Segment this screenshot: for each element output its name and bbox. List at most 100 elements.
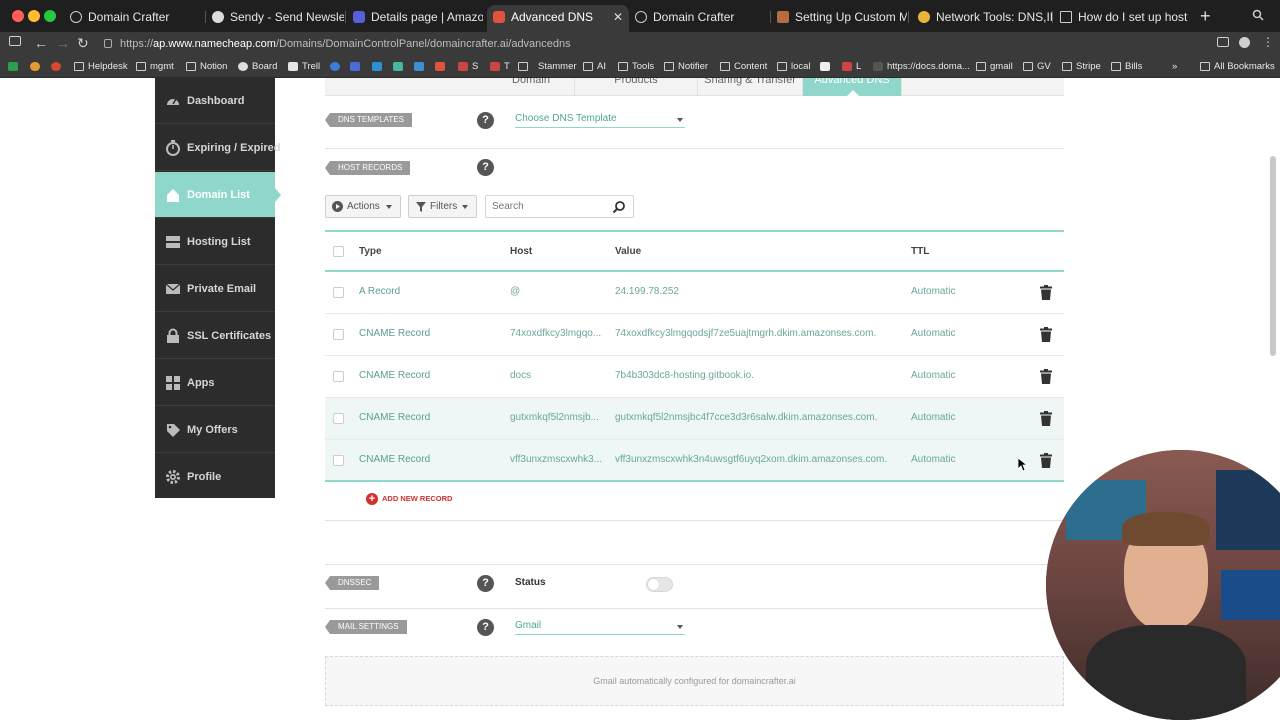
- mail-settings-help-icon[interactable]: ?: [477, 619, 494, 636]
- divider: [325, 608, 1064, 609]
- bookmark-tools[interactable]: Tools: [618, 59, 654, 75]
- sidebar-item-expiring[interactable]: Expiring / Expired: [155, 125, 281, 171]
- bookmark-helpdesk[interactable]: Helpdesk: [74, 59, 128, 75]
- tab-products[interactable]: Products: [575, 78, 698, 96]
- trash-icon[interactable]: [1040, 411, 1052, 426]
- browser-tab[interactable]: Sendy - Send Newsletters 10x: [206, 5, 344, 32]
- filters-button[interactable]: Filters: [408, 195, 477, 218]
- bookmark-l[interactable]: L: [842, 59, 861, 75]
- actions-button[interactable]: Actions: [325, 195, 401, 218]
- browser-tab[interactable]: How do I set up host records: [1054, 5, 1188, 32]
- folder-icon: [136, 62, 146, 71]
- bookmark-docs[interactable]: https://docs.doma...: [873, 59, 970, 75]
- trash-icon[interactable]: [1040, 369, 1052, 384]
- select-all-checkbox[interactable]: [333, 246, 344, 257]
- sidebar-item-hosting-list[interactable]: Hosting List: [155, 219, 275, 265]
- dnssec-toggle[interactable]: [646, 577, 673, 592]
- browser-tab[interactable]: Setting Up Custom Mail From: [771, 5, 907, 32]
- sidebar-item-ssl[interactable]: SSL Certificates: [155, 313, 275, 359]
- bookmark-content[interactable]: Content: [720, 59, 767, 75]
- bookmark-mgmt[interactable]: mgmt: [136, 59, 174, 75]
- new-tab-button[interactable]: +: [1200, 6, 1211, 27]
- profile-icon[interactable]: [1239, 37, 1250, 48]
- table-row[interactable]: CNAME Record docs 7b4b303dc8-hosting.git…: [325, 356, 1064, 398]
- column-host[interactable]: Host: [510, 246, 532, 257]
- bookmark-stammer[interactable]: Stammer: [524, 59, 577, 75]
- bookmark-trell[interactable]: Trell: [288, 59, 320, 75]
- row-checkbox[interactable]: [333, 287, 344, 298]
- bookmark-local[interactable]: local: [777, 59, 811, 75]
- tab-advanced-dns[interactable]: Advanced DNS: [803, 78, 902, 96]
- bookmark-notifier[interactable]: Notifier: [664, 59, 708, 75]
- row-checkbox[interactable]: [333, 413, 344, 424]
- bookmark-s[interactable]: S: [458, 59, 478, 75]
- tab-sharing-transfer[interactable]: Sharing & Transfer: [698, 78, 803, 96]
- sidebar-item-my-offers[interactable]: My Offers: [155, 407, 275, 453]
- forward-icon[interactable]: →: [56, 35, 70, 51]
- bookmark-ai[interactable]: AI: [583, 59, 606, 75]
- site-info-icon[interactable]: [104, 39, 112, 48]
- column-value[interactable]: Value: [615, 246, 641, 257]
- browser-tab[interactable]: Network Tools: DNS,IP,Email: [912, 5, 1052, 32]
- sidebar: Dashboard Expiring / Expired Domain List…: [155, 78, 281, 500]
- bookmark-stripe[interactable]: Stripe: [1062, 59, 1101, 75]
- bookmark-gv[interactable]: GV: [1023, 59, 1051, 75]
- row-checkbox[interactable]: [333, 455, 344, 466]
- record-host: 74xoxdfkcy3lmgqo...: [510, 328, 602, 339]
- address-bar[interactable]: https://ap.www.namecheap.com/Domains/Dom…: [100, 34, 1190, 54]
- sidebar-item-dashboard[interactable]: Dashboard: [155, 78, 275, 124]
- sidebar-item-apps[interactable]: Apps: [155, 360, 275, 406]
- bookmark-board[interactable]: Board: [238, 59, 277, 75]
- scrollbar[interactable]: [1270, 156, 1276, 356]
- tab-separator: [1052, 11, 1053, 23]
- sidebar-item-domain-list[interactable]: Domain List: [155, 172, 281, 218]
- column-ttl[interactable]: TTL: [911, 246, 929, 257]
- row-checkbox[interactable]: [333, 329, 344, 340]
- dns-template-dropdown[interactable]: Choose DNS Template: [515, 112, 685, 128]
- reload-icon[interactable]: ↻: [77, 35, 89, 52]
- trash-icon[interactable]: [1040, 285, 1052, 300]
- bookmarks-overflow-icon[interactable]: »: [1172, 59, 1177, 75]
- browser-tab[interactable]: Domain Crafter: [64, 5, 204, 32]
- browser-tab-active[interactable]: Advanced DNS ✕: [487, 5, 629, 32]
- table-row[interactable]: CNAME Record 74xoxdfkcy3lmgqo... 74xoxdf…: [325, 314, 1064, 356]
- dns-templates-help-icon[interactable]: ?: [477, 112, 494, 129]
- record-ttl: Automatic: [911, 454, 956, 465]
- app-icon: [435, 62, 445, 71]
- cloud-icon: [30, 62, 40, 71]
- search-tabs-icon[interactable]: [1252, 9, 1264, 21]
- mail-settings-dropdown[interactable]: Gmail: [515, 619, 685, 635]
- bookmark-t[interactable]: T: [490, 59, 510, 75]
- table-row[interactable]: A Record @ 24.199.78.252 Automatic: [325, 272, 1064, 314]
- dnssec-help-icon[interactable]: ?: [477, 575, 494, 592]
- close-tab-icon[interactable]: ✕: [613, 5, 623, 29]
- play-icon: [332, 201, 343, 212]
- back-icon[interactable]: ←: [34, 35, 48, 51]
- trash-icon[interactable]: [1040, 327, 1052, 342]
- search-icon[interactable]: [612, 200, 626, 214]
- sidebar-item-private-email[interactable]: Private Email: [155, 266, 275, 312]
- close-window-icon[interactable]: [12, 10, 24, 22]
- folder-icon: [1023, 62, 1033, 71]
- sidebar-toggle-icon[interactable]: [9, 36, 21, 46]
- column-type[interactable]: Type: [359, 246, 382, 257]
- bookmark-all[interactable]: All Bookmarks: [1200, 59, 1275, 75]
- table-row[interactable]: CNAME Record vff3unxzmscxwhk3... vff3unx…: [325, 440, 1064, 482]
- host-records-help-icon[interactable]: ?: [477, 159, 494, 176]
- home-icon: [167, 189, 179, 202]
- bookmark-notion[interactable]: Notion: [186, 59, 227, 75]
- add-new-record-button[interactable]: + ADD NEW RECORD: [360, 490, 452, 508]
- menu-icon[interactable]: ⋮: [1262, 35, 1274, 49]
- split-view-icon[interactable]: [1217, 37, 1229, 47]
- apps-icon: [166, 376, 180, 390]
- bookmark-gmail[interactable]: gmail: [976, 59, 1013, 75]
- browser-tab[interactable]: Domain Crafter: [629, 5, 769, 32]
- table-row[interactable]: CNAME Record gutxmkqf5l2nmsjb... gutxmkq…: [325, 398, 1064, 440]
- sidebar-item-profile[interactable]: Profile: [155, 454, 275, 500]
- bookmark-bills[interactable]: Bills: [1111, 59, 1142, 75]
- tab-domain[interactable]: Domain: [488, 78, 575, 96]
- browser-tab[interactable]: Details page | Amazon Simple: [347, 5, 483, 32]
- row-checkbox[interactable]: [333, 371, 344, 382]
- maximize-window-icon[interactable]: [44, 10, 56, 22]
- minimize-window-icon[interactable]: [28, 10, 40, 22]
